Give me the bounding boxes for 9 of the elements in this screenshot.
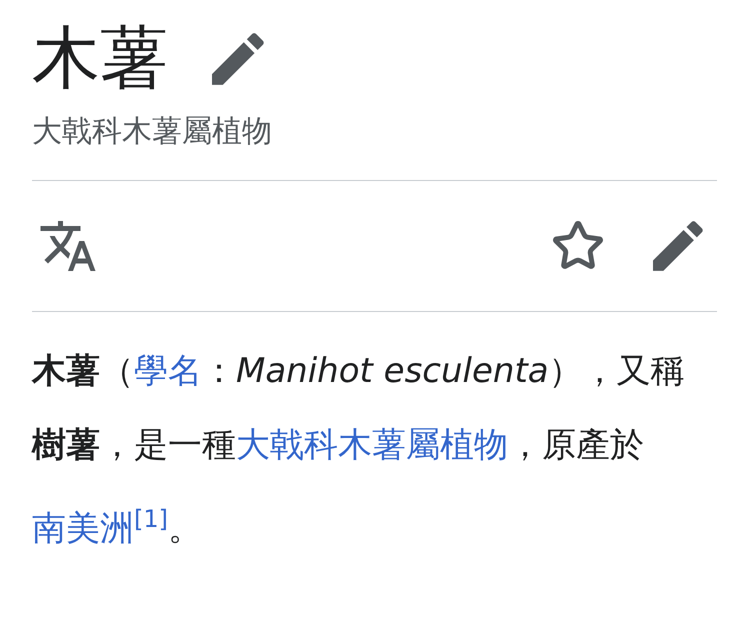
article-link[interactable]: 南美洲 — [32, 508, 134, 548]
page-title: 木薯 — [32, 18, 168, 100]
reference-link[interactable]: [1] — [134, 505, 168, 533]
intro-paragraph: 木薯（學名：Manihot esculenta），又稱樹薯，是一種大戟科木薯屬植物，原產於 南美洲$^{[1]}$。 — [32, 350, 686, 550]
article-link[interactable]: 大戟科木薯屬植物 — [236, 425, 508, 465]
article-link[interactable]: 學名 — [134, 351, 202, 391]
page-subtitle: 大戟科木薯屬植物 — [32, 113, 272, 151]
edit-icon[interactable] — [653, 221, 703, 271]
edit-icon[interactable] — [212, 33, 264, 85]
